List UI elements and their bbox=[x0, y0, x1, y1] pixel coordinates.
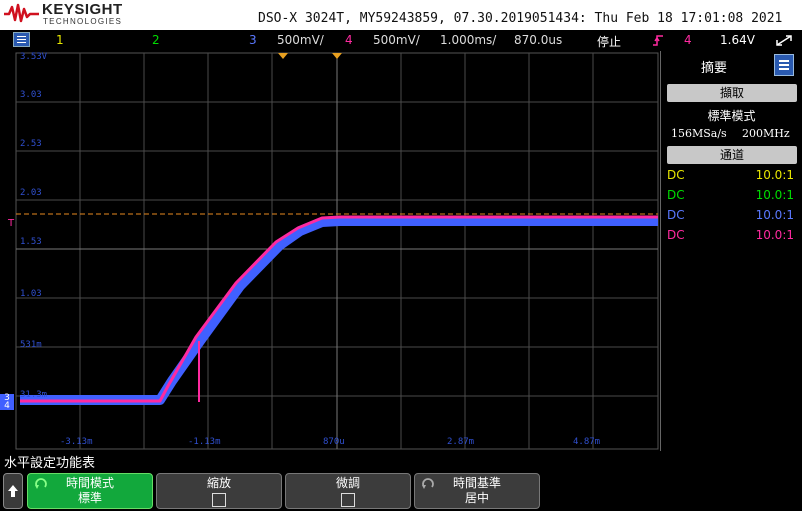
time-ref-value: 居中 bbox=[464, 491, 489, 505]
delay-value[interactable]: 870.0us bbox=[514, 33, 562, 47]
zoom-checkbox[interactable] bbox=[212, 493, 226, 507]
ch1-coupling: DC bbox=[667, 168, 685, 182]
trigger-level[interactable]: 1.64V bbox=[720, 33, 755, 47]
fine-label: 微調 bbox=[335, 476, 360, 490]
sample-rate: 156MSa/s bbox=[671, 127, 727, 140]
main-menu-icon[interactable] bbox=[13, 32, 30, 47]
ch2-coupling: DC bbox=[667, 188, 685, 202]
ch4-scale: 500mV/ bbox=[373, 33, 420, 47]
instrument-info: DSO-X 3024T, MY59243859, 07.30.201905143… bbox=[258, 11, 783, 26]
back-button[interactable] bbox=[3, 473, 23, 509]
ch4-coupling: DC bbox=[667, 228, 685, 242]
rotate-knob-icon bbox=[422, 478, 434, 489]
y-label: 2.03 bbox=[20, 188, 42, 198]
y-label: 31.3m bbox=[20, 390, 48, 400]
bandwidth: 200MHz bbox=[742, 127, 790, 140]
zoom-softkey[interactable]: 縮放 bbox=[156, 473, 282, 509]
acquire-button[interactable]: 擷取 bbox=[667, 84, 797, 102]
waveform-display[interactable]: 3.53V 3.03 2.53 2.03 1.53 1.03 531m 31.3… bbox=[0, 51, 660, 451]
x-label: 870u bbox=[323, 437, 345, 447]
trigger-edge-icon bbox=[653, 35, 663, 46]
channel-ground-marker[interactable]: 3 4 bbox=[0, 394, 14, 411]
channels-button[interactable]: 通道 bbox=[667, 146, 797, 164]
x-label: 2.87m bbox=[447, 437, 475, 447]
x-label: -3.13m bbox=[60, 437, 93, 447]
status-bar: 1 2 3 500mV/ 4 500mV/ 1.000ms/ 870.0us 停… bbox=[0, 30, 802, 51]
ch3-indicator[interactable]: 3 bbox=[249, 33, 257, 47]
brand-subtitle: TECHNOLOGIES bbox=[43, 17, 123, 26]
timebase-value[interactable]: 1.000ms/ bbox=[440, 33, 496, 47]
x-label: -1.13m bbox=[188, 437, 221, 447]
panel-menu-icon[interactable] bbox=[774, 54, 794, 76]
keysight-logo-icon bbox=[4, 3, 39, 23]
y-label: 2.53 bbox=[20, 139, 42, 149]
ch2-indicator[interactable]: 2 bbox=[152, 33, 160, 47]
ch4-ground-label: 4 bbox=[4, 401, 10, 411]
trigger-level-marker[interactable]: T bbox=[8, 219, 14, 229]
fine-checkbox[interactable] bbox=[341, 493, 355, 507]
fine-softkey[interactable]: 微調 bbox=[285, 473, 411, 509]
trigger-source: 4 bbox=[684, 33, 692, 47]
up-arrow-icon bbox=[8, 485, 18, 497]
ch2-probe-ratio: 10.0:1 bbox=[755, 188, 794, 202]
time-mode-value: 標準 bbox=[77, 491, 102, 505]
ch1-indicator[interactable]: 1 bbox=[56, 33, 64, 47]
rotate-knob-icon bbox=[35, 478, 47, 489]
y-label: 3.53V bbox=[20, 52, 48, 62]
y-label: 531m bbox=[20, 340, 42, 350]
ch3-scale: 500mV/ bbox=[277, 33, 324, 47]
zoom-label: 縮放 bbox=[206, 476, 231, 490]
touch-arrows-icon[interactable] bbox=[774, 33, 794, 48]
ch3-probe-ratio: 10.0:1 bbox=[755, 208, 794, 222]
y-label: 3.03 bbox=[20, 90, 42, 100]
ch1-probe-ratio: 10.0:1 bbox=[755, 168, 794, 182]
menu-title: 水平設定功能表 bbox=[4, 456, 96, 471]
time-reference-softkey[interactable]: 時間基準 居中 bbox=[414, 473, 540, 509]
ch3-coupling: DC bbox=[667, 208, 685, 222]
ch4-probe-ratio: 10.0:1 bbox=[755, 228, 794, 242]
y-label: 1.03 bbox=[20, 289, 42, 299]
ch4-indicator[interactable]: 4 bbox=[345, 33, 353, 47]
summary-panel: 摘要 擷取 標準模式 156MSa/s 200MHz 通道 DC 10.0:1 … bbox=[660, 51, 802, 451]
y-label: 1.53 bbox=[20, 237, 42, 247]
x-label: 4.87m bbox=[573, 437, 601, 447]
run-state: 停止 bbox=[597, 35, 622, 49]
acquire-mode: 標準模式 bbox=[707, 109, 756, 123]
panel-title: 摘要 bbox=[701, 61, 728, 76]
graticule bbox=[15, 52, 659, 450]
brand-name: KEYSIGHT bbox=[42, 1, 123, 18]
title-bar: KEYSIGHT TECHNOLOGIES DSO-X 3024T, MY592… bbox=[0, 0, 802, 30]
time-mode-softkey[interactable]: 時間模式 標準 bbox=[27, 473, 153, 509]
